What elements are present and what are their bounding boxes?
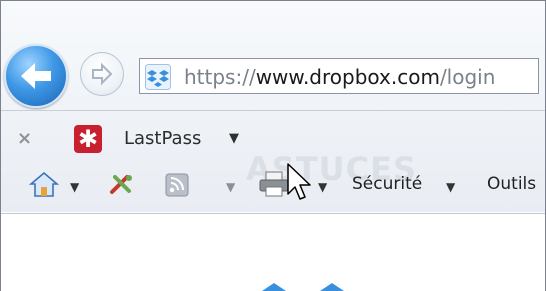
security-menu[interactable]: Sécurité [352,174,422,194]
print-dropdown-caret[interactable]: ▼ [318,180,327,194]
home-dropdown-caret[interactable]: ▼ [70,180,79,194]
security-dropdown-caret[interactable]: ▼ [446,180,455,194]
tools-icon[interactable] [107,172,137,198]
lastpass-dropdown-caret[interactable]: ▼ [229,131,239,146]
url-host: www.dropbox.com [255,65,440,89]
home-icon[interactable] [29,170,59,198]
dropbox-logo-partial-icon [262,283,344,291]
back-button[interactable] [4,44,68,108]
forward-button[interactable] [80,52,124,96]
feeds-dropdown-caret[interactable]: ▼ [226,180,235,194]
dropbox-icon [145,64,171,90]
close-toolbar-icon[interactable]: × [17,128,32,149]
url-text[interactable]: https://www.dropbox.com/login [184,65,495,89]
back-arrow-icon [21,63,51,89]
lastpass-logo-icon[interactable]: ✱ [74,125,102,153]
url-path: /login [439,65,496,89]
mouse-cursor-icon [287,163,311,200]
address-bar[interactable]: https://www.dropbox.com/login [139,58,539,94]
forward-arrow-icon [92,62,113,86]
toolbar-separator [1,110,545,111]
lastpass-menu[interactable]: LastPass [124,128,201,149]
rss-feed-icon[interactable] [165,173,191,197]
page-content [1,213,545,291]
url-scheme: https:// [184,65,256,89]
tools-menu[interactable]: Outils [487,174,536,194]
